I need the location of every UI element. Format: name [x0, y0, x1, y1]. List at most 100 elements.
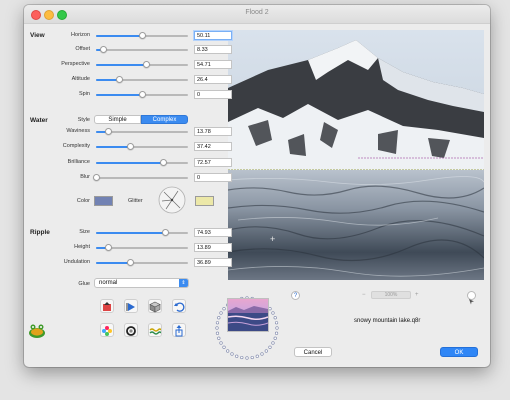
horizon-slider-knob[interactable]	[138, 32, 146, 39]
perspective-label: Perspective	[61, 61, 90, 67]
ring-dot	[255, 354, 259, 358]
ring-dot	[274, 321, 279, 325]
height-slider[interactable]	[96, 244, 188, 251]
height-label: Height	[74, 244, 90, 250]
offset-slider-knob[interactable]	[99, 46, 107, 53]
window-title: Flood 2	[245, 9, 269, 16]
ring-dot	[215, 326, 219, 330]
perspective-value-field[interactable]: 54.71	[194, 60, 232, 69]
color-wheel-icon	[102, 326, 112, 336]
glitter-angle-dial[interactable]	[158, 186, 186, 219]
help-button[interactable]: ?	[291, 291, 300, 300]
size-value-field[interactable]: 74.93	[194, 228, 232, 237]
waviness-slider-knob[interactable]	[105, 128, 113, 135]
horizon-slider[interactable]	[96, 32, 188, 39]
size-slider-knob[interactable]	[161, 229, 169, 236]
ring-dot	[240, 355, 244, 360]
zoom-out-icon[interactable]: −	[362, 292, 366, 298]
altitude-slider[interactable]	[96, 76, 188, 83]
waviness-slider[interactable]	[96, 128, 188, 135]
altitude-slider-knob[interactable]	[116, 76, 124, 83]
ring-dot	[230, 352, 234, 356]
brilliance-slider[interactable]	[96, 159, 188, 166]
glue-label: Glue	[78, 281, 90, 287]
open-icon	[103, 302, 111, 311]
height-slider-knob[interactable]	[105, 244, 113, 251]
ring-dot	[268, 345, 272, 349]
ring-dot	[264, 349, 268, 353]
ring-dot	[215, 321, 220, 325]
undulation-slider[interactable]	[96, 259, 188, 266]
water-color-swatch[interactable]	[94, 196, 113, 206]
perspective-slider[interactable]	[96, 61, 188, 68]
cursor-arrow-icon	[469, 299, 474, 305]
style-complex-option[interactable]: Complex	[141, 115, 188, 124]
complexity-value-field[interactable]: 37.42	[194, 142, 232, 151]
brilliance-value-field[interactable]: 72.57	[194, 158, 232, 167]
brilliance-slider-fill	[96, 162, 164, 164]
waviness-label: Waviness	[66, 128, 90, 134]
wave-button[interactable]	[148, 323, 162, 337]
complexity-slider-fill	[96, 146, 131, 148]
ring-button[interactable]	[124, 323, 138, 337]
size-label: Size	[79, 229, 90, 235]
glue-select-value: normal	[99, 280, 118, 286]
blur-slider[interactable]	[92, 174, 188, 181]
glue-select[interactable]: normal ⇕	[94, 278, 189, 288]
horizon-value-field[interactable]: 50.11	[194, 31, 232, 40]
offset-slider[interactable]	[96, 46, 188, 53]
ring-dot	[271, 311, 275, 315]
ring-dot	[226, 349, 230, 353]
play-icon	[126, 303, 135, 311]
color-wheel-button[interactable]	[100, 323, 114, 337]
blur-slider-knob[interactable]	[92, 174, 100, 181]
offset-label: Offset	[75, 46, 90, 52]
share-icon	[175, 325, 183, 337]
title-bar: Flood 2	[24, 5, 490, 24]
share-button[interactable]	[172, 323, 186, 337]
filename-label: snowy mountain lake.q8r	[354, 318, 421, 324]
size-slider[interactable]	[96, 229, 188, 236]
blur-value-field[interactable]: 0	[194, 173, 232, 182]
preview-menu-button[interactable]	[467, 291, 476, 305]
glitter-label: Glitter	[128, 198, 143, 204]
perspective-slider-fill	[96, 64, 147, 66]
glitter-color-swatch[interactable]	[195, 196, 214, 206]
thumbnail-image[interactable]	[227, 298, 269, 332]
altitude-value-field[interactable]: 26.4	[194, 75, 232, 84]
offset-value-field[interactable]: 8.33	[194, 45, 232, 54]
color-label: Color	[76, 198, 90, 204]
spin-slider-knob[interactable]	[138, 91, 146, 98]
brilliance-slider-knob[interactable]	[159, 159, 167, 166]
open-button[interactable]	[100, 299, 114, 313]
blur-label: Blur	[80, 174, 90, 180]
play-button[interactable]	[124, 299, 138, 313]
altitude-label: Altitude	[71, 76, 90, 82]
complexity-slider-knob[interactable]	[126, 143, 134, 150]
horizon-label: Horizon	[71, 32, 90, 38]
ring-dot	[268, 307, 272, 311]
undulation-slider-knob[interactable]	[126, 259, 134, 266]
perspective-slider-knob[interactable]	[143, 61, 151, 68]
ring-dot	[222, 307, 226, 311]
undo-button[interactable]	[172, 299, 186, 313]
undo-icon	[174, 302, 185, 312]
cancel-button[interactable]: Cancel	[294, 347, 332, 357]
zoom-in-icon[interactable]: +	[415, 292, 419, 298]
style-simple-option[interactable]: Simple	[94, 115, 141, 124]
spin-value-field[interactable]: 0	[194, 90, 232, 99]
ring-dot	[273, 316, 277, 320]
cube-button[interactable]	[148, 299, 162, 313]
spin-slider[interactable]	[96, 91, 188, 98]
undulation-slider-fill	[96, 262, 131, 264]
undulation-value-field[interactable]: 36.89	[194, 258, 232, 267]
crosshair-cursor: +	[270, 234, 276, 244]
complexity-slider[interactable]	[96, 143, 188, 150]
ring-icon	[126, 326, 136, 336]
preview-image[interactable]: +	[228, 30, 484, 280]
zoom-level[interactable]: 100%	[371, 291, 411, 299]
height-value-field[interactable]: 13.89	[194, 243, 232, 252]
waviness-value-field[interactable]: 13.78	[194, 127, 232, 136]
cube-icon	[149, 301, 161, 313]
ok-button[interactable]: OK	[440, 347, 478, 357]
